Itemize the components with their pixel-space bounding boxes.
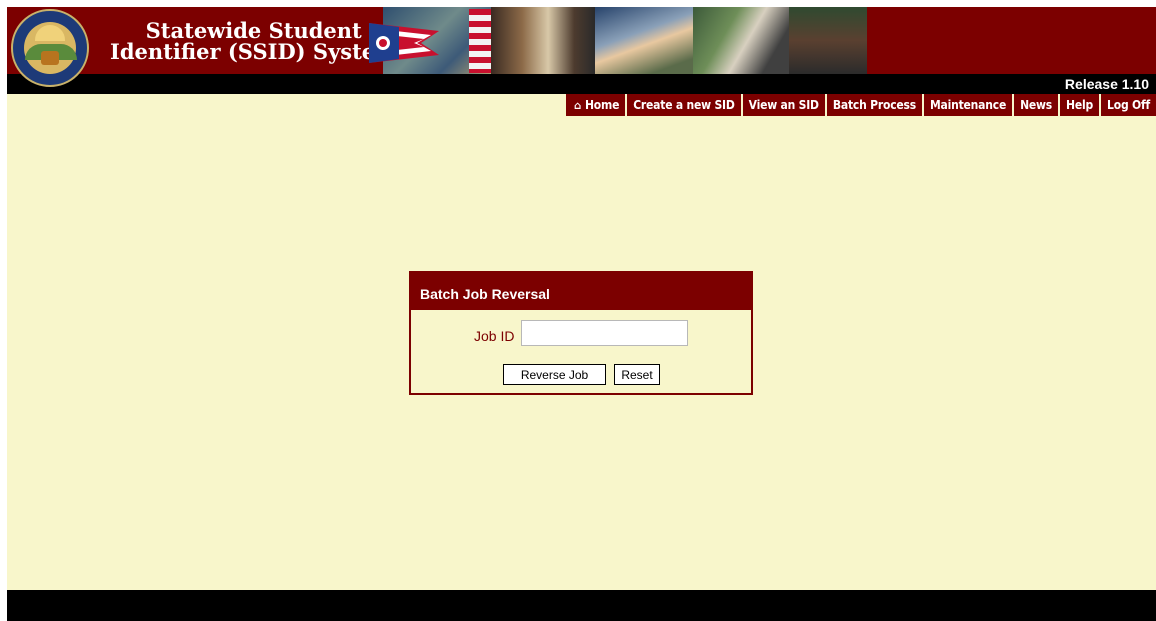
banner-photo-student <box>595 7 693 74</box>
nav-create-sid[interactable]: Create a new SID <box>625 94 741 116</box>
panel-title: Batch Job Reversal <box>411 273 751 310</box>
release-version: Release 1.10 <box>1064 76 1149 92</box>
site-title-line-2: Identifier (SSID) System <box>110 39 398 64</box>
site-title: Statewide Student Identifier (SSID) Syst… <box>110 20 397 62</box>
banner-photo-students-reading <box>693 7 789 74</box>
nav-view-sid[interactable]: View an SID <box>740 94 825 116</box>
nav-log-off[interactable]: Log Off <box>1099 94 1156 116</box>
main-nav: ⌂ Home Create a new SID View an SID Batch… <box>566 94 1156 116</box>
nav-maintenance[interactable]: Maintenance <box>921 94 1013 116</box>
job-id-label: Job ID <box>474 328 515 344</box>
ohio-flag-icon <box>369 23 439 63</box>
reset-button[interactable]: Reset <box>614 364 660 385</box>
header-banner: Statewide Student Identifier (SSID) Syst… <box>7 7 1156 87</box>
release-bar: Release 1.10 <box>7 74 1156 94</box>
job-id-input[interactable] <box>521 320 688 346</box>
nav-home-label: Home <box>584 98 620 112</box>
banner-us-flag <box>469 9 491 73</box>
page-frame: Statewide Student Identifier (SSID) Syst… <box>7 7 1156 621</box>
site-title-line-1: Statewide Student <box>145 18 362 43</box>
home-icon: ⌂ <box>574 99 581 112</box>
footer-bar <box>7 590 1156 621</box>
nav-home[interactable]: ⌂ Home <box>566 94 626 116</box>
batch-job-reversal-panel: Batch Job Reversal Job ID Reverse Job Re… <box>409 271 753 395</box>
nav-help[interactable]: Help <box>1058 94 1100 116</box>
banner-photo-classroom <box>491 7 595 74</box>
ohio-seal-logo <box>11 9 89 87</box>
reverse-job-button[interactable]: Reverse Job <box>503 364 606 385</box>
nav-batch-process[interactable]: Batch Process <box>824 94 922 116</box>
banner-photo-campus <box>789 7 867 74</box>
nav-news[interactable]: News <box>1012 94 1059 116</box>
